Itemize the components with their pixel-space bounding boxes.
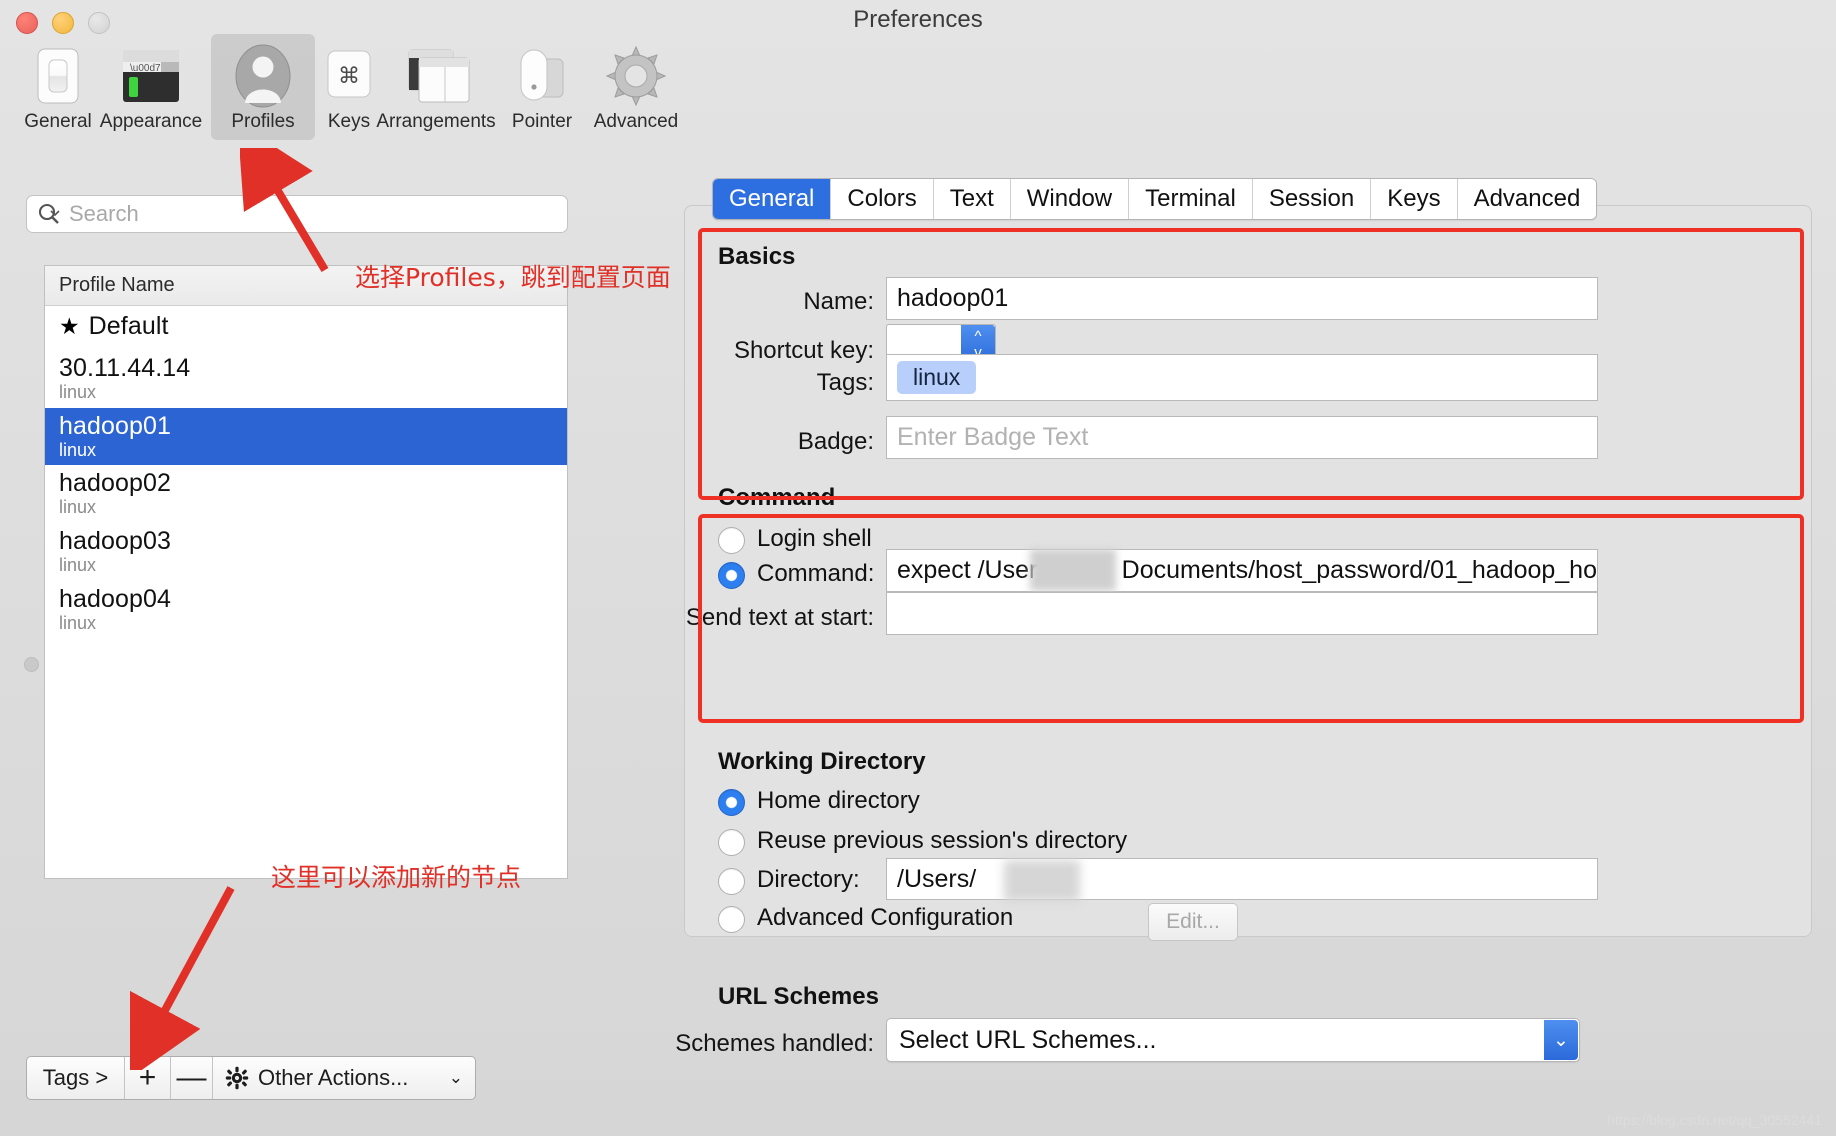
list-item[interactable]: hadoop01 linux bbox=[45, 408, 567, 465]
tab-session[interactable]: Session bbox=[1252, 179, 1372, 219]
profile-name: hadoop01 bbox=[59, 412, 172, 440]
tab-colors[interactable]: Colors bbox=[831, 179, 934, 219]
search-icon bbox=[38, 203, 60, 224]
tab-window[interactable]: Window bbox=[1010, 179, 1130, 219]
badge-input[interactable]: Enter Badge Text bbox=[886, 416, 1598, 459]
basics-section-title: Basics bbox=[718, 243, 796, 270]
preferences-toolbar: General \u00d7 Appearance Profiles ⌘ Key… bbox=[0, 34, 1836, 140]
login-shell-radio[interactable] bbox=[718, 527, 745, 554]
toolbar-item-appearance[interactable]: \u00d7 Appearance bbox=[99, 34, 203, 140]
edit-button[interactable]: Edit... bbox=[1148, 903, 1238, 941]
command-value-suffix: Documents/host_password/01_hadoop_ho bbox=[1121, 556, 1597, 584]
chevron-down-icon: ⌄ bbox=[448, 1068, 463, 1087]
list-item[interactable]: 30.11.44.14 linux bbox=[45, 350, 567, 408]
tags-input[interactable]: linux bbox=[886, 354, 1598, 401]
schemes-handled-select[interactable]: Select URL Schemes... ⌄ bbox=[886, 1018, 1580, 1062]
tab-general[interactable]: General bbox=[713, 179, 832, 219]
toolbar-label: Keys bbox=[327, 111, 371, 132]
command-section-title: Command bbox=[718, 484, 836, 511]
tab-text[interactable]: Text bbox=[933, 179, 1011, 219]
list-item[interactable]: hadoop03 linux bbox=[45, 523, 567, 581]
watermark: https://blog.csdn.net/qq_30552441 bbox=[1607, 1112, 1822, 1128]
toolbar-label: Advanced bbox=[593, 111, 679, 132]
directory-label: Directory: bbox=[757, 866, 860, 893]
send-text-label: Send text at start: bbox=[685, 604, 874, 631]
profile-tag: linux bbox=[59, 382, 97, 402]
advanced-configuration-radio[interactable] bbox=[718, 906, 745, 933]
profile-tag: linux bbox=[59, 555, 97, 575]
directory-input[interactable]: /Users/ bbox=[886, 858, 1598, 900]
arrangements-windows-icon bbox=[401, 34, 471, 112]
advanced-configuration-label: Advanced Configuration bbox=[757, 904, 1014, 931]
profiles-list[interactable]: Profile Name ★ Default 30.11.44.14 linux… bbox=[44, 265, 568, 879]
command-radio[interactable] bbox=[718, 562, 745, 589]
schemes-handled-label: Schemes handled: bbox=[675, 1030, 874, 1057]
toolbar-item-general[interactable]: General bbox=[6, 34, 110, 140]
list-item[interactable]: hadoop02 linux bbox=[45, 465, 567, 523]
home-directory-label: Home directory bbox=[757, 787, 920, 814]
profile-name: hadoop03 bbox=[59, 527, 172, 555]
annotation-arrow-profiles bbox=[240, 148, 329, 273]
profile-name: hadoop02 bbox=[59, 469, 172, 497]
profile-tag: linux bbox=[59, 440, 97, 460]
profiles-person-icon bbox=[232, 34, 294, 112]
profile-indicator-dot bbox=[24, 657, 39, 672]
home-directory-radio[interactable] bbox=[718, 789, 745, 816]
badge-label: Badge: bbox=[797, 428, 874, 455]
tab-terminal[interactable]: Terminal bbox=[1129, 179, 1253, 219]
tags-label: Tags: bbox=[816, 369, 874, 396]
tag-chip[interactable]: linux bbox=[897, 361, 977, 394]
tab-keys[interactable]: Keys bbox=[1371, 179, 1458, 219]
chevron-down-icon: ⌄ bbox=[1544, 1020, 1578, 1060]
tags-button[interactable]: Tags > bbox=[27, 1057, 125, 1099]
annotation-select-profiles: 选择Profiles，跳到配置页面 bbox=[355, 263, 671, 292]
profile-tag: linux bbox=[59, 497, 97, 517]
profiles-rows: ★ Default 30.11.44.14 linux hadoop01 lin… bbox=[45, 306, 567, 639]
reuse-previous-session-label: Reuse previous session's directory bbox=[757, 827, 1128, 854]
command-input[interactable]: expect /Users Documents/host_password/01… bbox=[886, 549, 1598, 592]
preferences-window: Preferences General \u00d7 Appearance Pr… bbox=[0, 0, 1836, 1136]
default-star-icon: ★ bbox=[59, 312, 80, 339]
keys-command-icon: ⌘ bbox=[322, 34, 376, 112]
profile-name: 30.11.44.14 bbox=[59, 354, 191, 382]
name-input[interactable]: hadoop01 bbox=[886, 277, 1598, 320]
toolbar-label: Profiles bbox=[231, 111, 295, 132]
login-shell-label: Login shell bbox=[757, 525, 872, 552]
redacted-username-blur bbox=[1030, 549, 1116, 591]
list-item[interactable]: ★ Default bbox=[45, 306, 567, 350]
toolbar-item-arrangements[interactable]: Arrangements bbox=[374, 34, 498, 140]
toolbar-label: General bbox=[24, 111, 92, 132]
shortcut-key-label: Shortcut key: bbox=[733, 337, 874, 364]
search-placeholder: Search bbox=[69, 201, 139, 226]
send-text-input[interactable] bbox=[886, 592, 1598, 635]
redacted-directory-blur bbox=[1004, 860, 1080, 902]
settings-tab-bar: General Colors Text Window Terminal Sess… bbox=[712, 178, 1598, 220]
svg-text:\u00d7: \u00d7 bbox=[130, 63, 161, 74]
working-directory-section-title: Working Directory bbox=[718, 748, 926, 775]
list-item[interactable]: hadoop04 linux bbox=[45, 581, 567, 639]
window-title: Preferences bbox=[853, 6, 983, 33]
advanced-gear-icon bbox=[605, 34, 667, 112]
toolbar-label: Pointer bbox=[511, 111, 573, 132]
profile-tag: linux bbox=[59, 613, 97, 633]
toolbar-label: Appearance bbox=[99, 111, 203, 132]
general-switch-icon bbox=[30, 34, 86, 112]
command-label: Command: bbox=[757, 560, 875, 587]
schemes-handled-value: Select URL Schemes... bbox=[899, 1025, 1157, 1054]
profile-name: Default bbox=[88, 312, 169, 340]
toolbar-item-advanced[interactable]: Advanced bbox=[578, 34, 694, 140]
reuse-previous-session-radio[interactable] bbox=[718, 829, 745, 856]
annotation-add-node: 这里可以添加新的节点 bbox=[271, 863, 522, 892]
tab-advanced[interactable]: Advanced bbox=[1457, 179, 1597, 219]
annotation-arrow-add-node bbox=[130, 886, 235, 1070]
svg-text:⌘: ⌘ bbox=[338, 63, 360, 88]
command-value-prefix: expect /Users bbox=[897, 556, 1050, 584]
url-schemes-section-title: URL Schemes bbox=[718, 983, 879, 1010]
profile-name: hadoop04 bbox=[59, 585, 172, 613]
pointer-mouse-icon bbox=[511, 34, 573, 112]
appearance-terminal-icon: \u00d7 bbox=[119, 34, 183, 112]
directory-radio[interactable] bbox=[718, 868, 745, 895]
toolbar-label: Arrangements bbox=[376, 111, 496, 132]
